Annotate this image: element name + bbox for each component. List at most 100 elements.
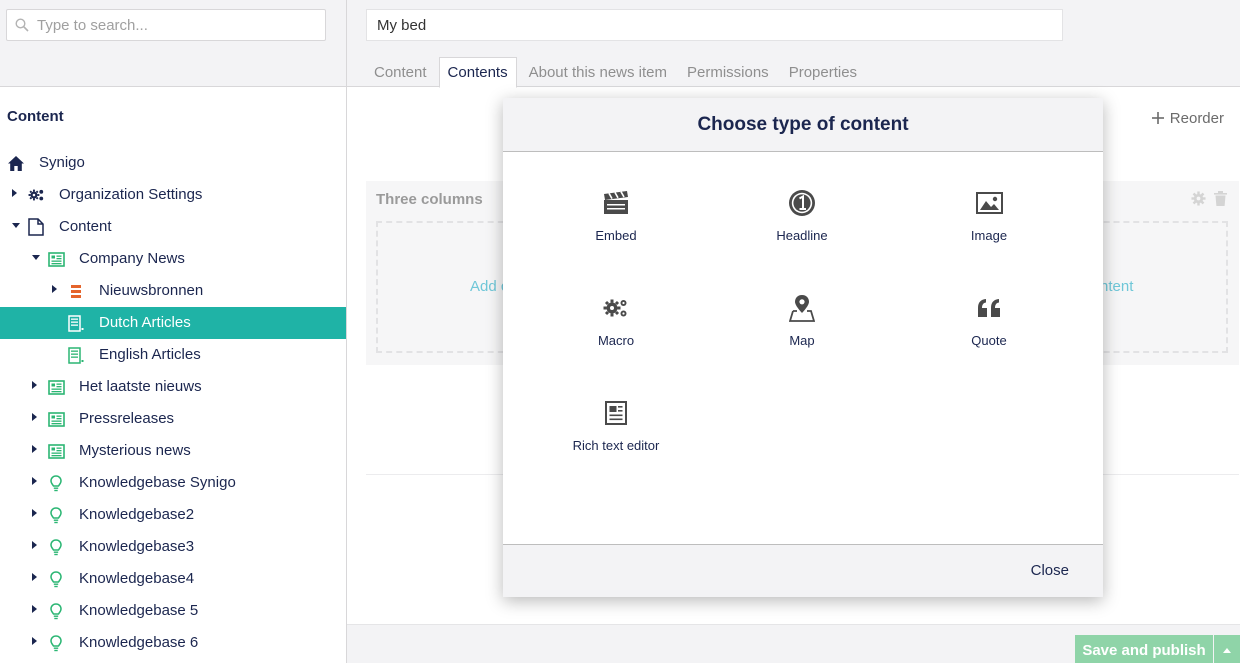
tree-node[interactable]: Het laatste nieuws [0, 371, 346, 403]
cogs-icon [27, 186, 45, 204]
block-title: Three columns [376, 191, 483, 208]
caret-right-icon[interactable] [52, 285, 57, 293]
list-icon [67, 282, 85, 300]
document-icon [27, 218, 45, 236]
dialog-footer: Close [503, 544, 1103, 597]
tree-node[interactable]: Knowledgebase Synigo [0, 467, 346, 499]
map-pin-icon [722, 293, 882, 323]
save-options-caret[interactable] [1214, 635, 1240, 663]
newspaper-icon [47, 442, 65, 460]
content-type-macro[interactable]: Macro [536, 293, 696, 348]
caret-down-icon[interactable] [12, 223, 20, 228]
content-type-image[interactable]: Image [909, 188, 1069, 243]
tab-about[interactable]: About this news item [521, 57, 675, 87]
content-type-rich-text-editor[interactable]: Rich text editor [536, 398, 696, 453]
tree-node[interactable]: Company News [0, 243, 346, 275]
plus-icon [1151, 108, 1164, 129]
caret-right-icon[interactable] [32, 445, 37, 453]
content-type-label: Macro [597, 333, 635, 348]
lightbulb-icon [47, 506, 65, 524]
tree-node[interactable]: Pressreleases [0, 403, 346, 435]
rich-text-icon [536, 398, 696, 428]
block-actions [1191, 191, 1227, 210]
tree-node[interactable]: Knowledgebase 6 [0, 627, 346, 659]
tab-permissions[interactable]: Permissions [679, 57, 777, 87]
content-type-quote[interactable]: Quote [909, 293, 1069, 348]
sidebar: Content Synigo Organization Settings Conte… [0, 0, 347, 663]
home-icon [7, 154, 25, 172]
content-type-label: Quote [971, 333, 1007, 348]
content-type-label: Rich text editor [572, 438, 660, 453]
editor-tabs: Content Contents About this news item Pe… [366, 57, 869, 88]
add-content-link-right[interactable]: ntent [1100, 278, 1133, 295]
reorder-button[interactable]: Reorder [1151, 108, 1224, 129]
article-icon [67, 314, 85, 332]
lightbulb-icon [47, 538, 65, 556]
tree-node[interactable]: Organization Settings [0, 179, 346, 211]
caret-right-icon[interactable] [32, 477, 37, 485]
tree-node-label: Knowledgebase 5 [79, 602, 199, 619]
cogs-icon [536, 293, 696, 323]
tree-node[interactable]: Knowledgebase2 [0, 499, 346, 531]
tree-node[interactable]: English Articles [0, 339, 346, 371]
article-icon [67, 346, 85, 364]
gear-icon[interactable] [1191, 191, 1206, 210]
tree-node-label: Mysterious news [79, 442, 191, 459]
content-tree: Synigo Organization Settings Content Compan… [0, 147, 346, 659]
tree-node-label: Het laatste nieuws [79, 378, 202, 395]
content-type-map[interactable]: Map [722, 293, 882, 348]
content-type-label: Headline [776, 228, 828, 243]
choose-content-type-dialog: Choose type of content Embed Headline Im… [503, 98, 1103, 597]
caret-right-icon[interactable] [32, 509, 37, 517]
tree-node-label: Organization Settings [59, 186, 203, 203]
content-type-embed[interactable]: Embed [536, 188, 696, 243]
chevron-up-icon [1223, 647, 1231, 653]
tree-node[interactable]: Nieuwsbronnen [0, 275, 346, 307]
tree-node-label: Knowledgebase3 [79, 538, 195, 555]
caret-right-icon[interactable] [32, 573, 37, 581]
tree-node-label: Nieuwsbronnen [99, 282, 204, 299]
save-and-publish-button[interactable]: Save and publish [1075, 635, 1213, 663]
caret-right-icon[interactable] [32, 637, 37, 645]
editor-footer: Save and publish [347, 624, 1240, 663]
tree-node-label: Pressreleases [79, 410, 175, 427]
tree-node[interactable]: Mysterious news [0, 435, 346, 467]
tree-node[interactable]: Dutch Articles [0, 307, 346, 339]
tree-node[interactable]: Knowledgebase4 [0, 563, 346, 595]
content-type-headline[interactable]: Headline [722, 188, 882, 243]
newspaper-icon [47, 250, 65, 268]
tree-node-label: Synigo [39, 154, 85, 171]
caret-right-icon[interactable] [32, 413, 37, 421]
tree-node[interactable]: Content [0, 211, 346, 243]
tree-node[interactable]: Knowledgebase3 [0, 531, 346, 563]
lightbulb-icon [47, 634, 65, 652]
tab-properties[interactable]: Properties [781, 57, 865, 87]
tab-contents[interactable]: Contents [438, 57, 517, 88]
newspaper-icon [47, 410, 65, 428]
tab-content[interactable]: Content [366, 57, 435, 87]
dialog-title: Choose type of content [503, 98, 1103, 152]
caret-right-icon[interactable] [32, 541, 37, 549]
trash-icon[interactable] [1214, 191, 1227, 210]
caret-right-icon[interactable] [32, 381, 37, 389]
tree-node[interactable]: Synigo [0, 147, 346, 179]
tree-node[interactable]: Knowledgebase 5 [0, 595, 346, 627]
caret-right-icon[interactable] [12, 189, 17, 197]
tree-node-label: Knowledgebase4 [79, 570, 195, 587]
lightbulb-icon [47, 474, 65, 492]
tree-node-label: Dutch Articles [99, 314, 191, 331]
close-button[interactable]: Close [1031, 562, 1069, 579]
tree-title: Content [7, 108, 64, 125]
lightbulb-icon [47, 570, 65, 588]
node-name-input[interactable]: My bed [366, 9, 1063, 41]
tree-node-label: Knowledgebase2 [79, 506, 195, 523]
caret-down-icon[interactable] [32, 255, 40, 260]
content-type-label: Image [970, 228, 1008, 243]
clapperboard-icon [536, 188, 696, 218]
search-box[interactable] [6, 9, 326, 41]
search-input[interactable] [31, 16, 311, 34]
caret-right-icon[interactable] [32, 605, 37, 613]
dialog-body: Embed Headline Image Macro Map Quote Ric… [503, 152, 1103, 544]
tree-node-label: English Articles [99, 346, 201, 363]
sidebar-search-area [0, 0, 346, 87]
